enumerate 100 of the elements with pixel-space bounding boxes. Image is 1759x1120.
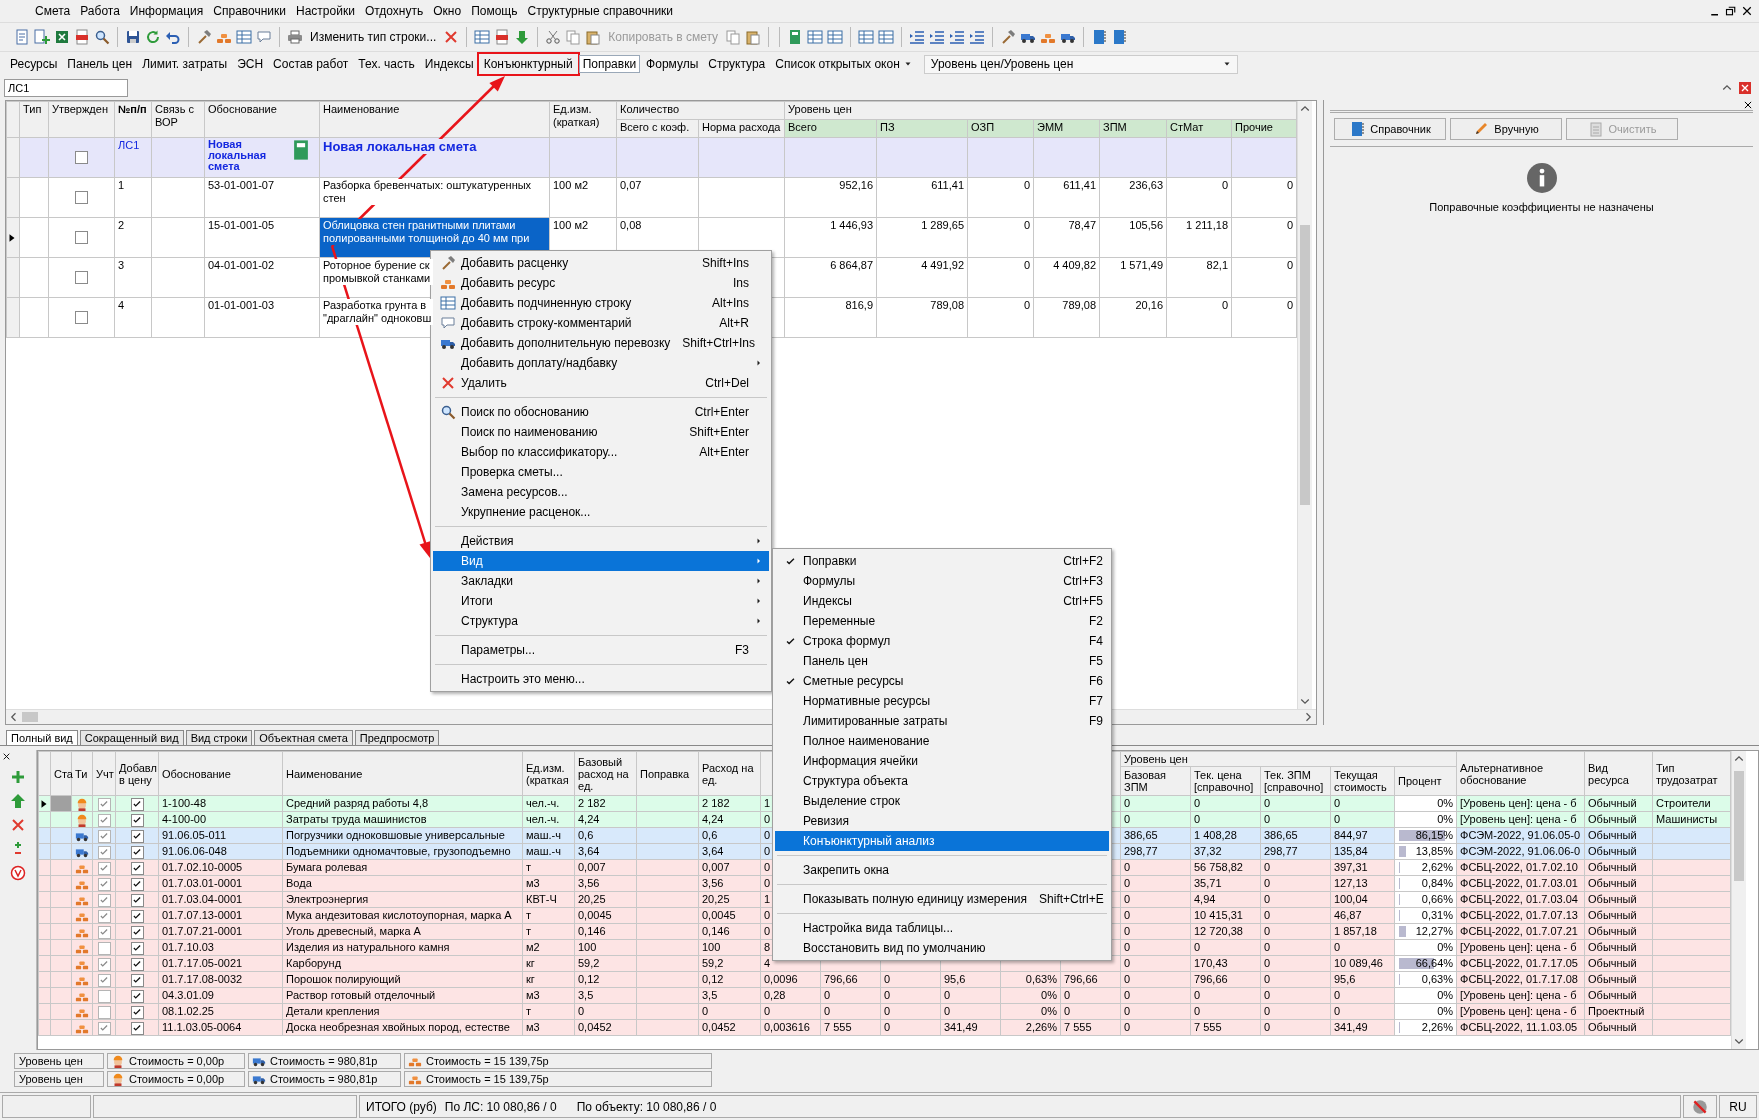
checkbox[interactable] — [97, 909, 111, 923]
checkbox[interactable] — [97, 925, 111, 939]
menu-item[interactable]: Информация ячейки — [775, 751, 1109, 771]
menu-item[interactable]: Добавить подчиненную строку Alt+Ins — [433, 293, 769, 313]
menu-item[interactable]: Структура объекта — [775, 771, 1109, 791]
checkbox[interactable] — [130, 877, 144, 891]
comment-icon[interactable] — [256, 29, 272, 45]
toolbar-button[interactable]: ЭСН — [233, 55, 268, 73]
book-icon[interactable] — [1091, 29, 1108, 45]
indent-icon[interactable] — [949, 29, 966, 45]
add-icon[interactable] — [10, 769, 26, 785]
menu-item[interactable]: Выбор по классификатору... Alt+Enter — [433, 442, 769, 462]
document-add-icon[interactable] — [34, 29, 50, 45]
close-icon[interactable] — [1741, 5, 1753, 17]
menu-item[interactable]: Индексы Ctrl+F5 — [775, 591, 1109, 611]
checkbox[interactable] — [130, 957, 144, 971]
menu-item[interactable]: Информация — [124, 4, 209, 18]
tab[interactable]: Сокращенный вид — [79, 730, 184, 745]
formula-field[interactable]: ЛС1 — [4, 79, 128, 97]
scrollbar-thumb[interactable] — [22, 712, 38, 722]
menu-item[interactable]: Переменные F2 — [775, 611, 1109, 631]
checkbox[interactable] — [130, 989, 144, 1003]
scissors-icon[interactable] — [545, 29, 562, 45]
clipboard-icon[interactable] — [745, 29, 762, 45]
menu-item[interactable]: Поиск по обоснованию Ctrl+Enter — [433, 402, 769, 422]
document-icon[interactable] — [494, 29, 511, 45]
tab[interactable]: Объектная смета — [254, 730, 353, 745]
menu-item[interactable]: Действия — [433, 531, 769, 551]
check-circle-icon[interactable] — [10, 865, 26, 881]
checkbox[interactable] — [75, 151, 88, 165]
menu-item[interactable]: Параметры... F3 — [433, 640, 769, 660]
panel-button[interactable]: Вручную — [1450, 118, 1562, 140]
menu-item[interactable]: Помощь — [466, 4, 523, 18]
close-icon[interactable] — [1743, 100, 1753, 110]
table-icon[interactable] — [236, 29, 252, 45]
scrollbar-thumb[interactable] — [1734, 771, 1745, 881]
checkbox[interactable] — [97, 1021, 111, 1035]
hammer-icon[interactable] — [196, 29, 212, 45]
tab[interactable]: Предпросмотр — [354, 730, 440, 745]
checkbox[interactable] — [75, 311, 88, 325]
checkbox[interactable] — [130, 845, 144, 859]
toolbar-button[interactable]: Состав работ — [269, 55, 353, 73]
menu-item[interactable]: Поправки Ctrl+F2 — [775, 551, 1109, 571]
toolbar-button[interactable]: Ресурсы — [6, 55, 62, 73]
dropdown-field[interactable]: Уровень цен/Уровень цен — [923, 54, 1238, 74]
toolbar-button[interactable]: Лимит. затраты — [138, 55, 232, 73]
checkbox[interactable] — [130, 925, 144, 939]
menu-item[interactable]: Нормативные ресурсы F7 — [775, 691, 1109, 711]
toolbar-button[interactable]: Структура — [704, 55, 770, 73]
spreadsheet-icon[interactable] — [54, 29, 70, 45]
toolbar-button[interactable]: Список открытых окон — [771, 55, 916, 73]
menu-item[interactable]: Работа — [75, 4, 125, 18]
checkbox[interactable] — [97, 877, 111, 891]
menu-item[interactable]: Окно — [428, 4, 467, 18]
checkbox[interactable] — [75, 191, 88, 205]
checkbox[interactable] — [130, 797, 144, 811]
delete-icon[interactable] — [10, 817, 26, 833]
menu-item[interactable]: Строка формул F4 — [775, 631, 1109, 651]
indent-icon[interactable] — [969, 29, 986, 45]
menu-item[interactable]: Удалить Ctrl+Del — [433, 373, 769, 393]
hammer-icon[interactable] — [1000, 29, 1017, 45]
up-arrow-icon[interactable] — [10, 793, 26, 809]
toolbar-button[interactable]: Панель цен — [63, 55, 137, 73]
menu-item[interactable]: Структурные справочники — [522, 4, 679, 18]
menu-item[interactable]: Панель цен F5 — [775, 651, 1109, 671]
menu-item[interactable]: Добавить дополнительную перевозку Shift+Ctrl+Ins — [433, 333, 769, 353]
menu-item[interactable]: Настроить это меню... — [433, 669, 769, 689]
checkbox[interactable] — [130, 893, 144, 907]
copy-icon[interactable] — [565, 29, 582, 45]
menu-item[interactable]: Формулы Ctrl+F3 — [775, 571, 1109, 591]
tab[interactable]: Вид строки — [185, 730, 253, 745]
table-icon[interactable] — [858, 29, 875, 45]
menu-item[interactable]: Поиск по наименованию Shift+Enter — [433, 422, 769, 442]
menu-item[interactable]: Итоги — [433, 591, 769, 611]
toolbar-button[interactable]: Тех. часть — [354, 55, 419, 73]
checkbox[interactable] — [97, 893, 111, 907]
menu-item[interactable]: Закладки — [433, 571, 769, 591]
menu-item[interactable]: Проверка сметы... — [433, 462, 769, 482]
menu-item[interactable]: Полное наименование — [775, 731, 1109, 751]
book-icon[interactable] — [1111, 29, 1128, 45]
table-icon[interactable] — [807, 29, 824, 45]
checkbox[interactable] — [130, 1005, 144, 1019]
menu-item[interactable]: Настройки — [291, 4, 360, 18]
down-arrow-icon[interactable] — [514, 29, 531, 45]
checkbox[interactable] — [97, 1005, 111, 1019]
checkbox[interactable] — [130, 941, 144, 955]
checkbox[interactable] — [130, 973, 144, 987]
document-icon[interactable] — [74, 29, 90, 45]
checkbox[interactable] — [130, 1021, 144, 1035]
panel-button[interactable]: Справочник — [1334, 118, 1446, 140]
printer-icon[interactable] — [287, 29, 303, 45]
save-icon[interactable] — [125, 29, 141, 45]
menu-item[interactable]: Укрупнение расценок... — [433, 502, 769, 522]
toolbar-button[interactable]: Индексы — [420, 55, 478, 73]
close-icon[interactable] — [2, 752, 11, 761]
search-icon[interactable] — [94, 29, 110, 45]
checkbox[interactable] — [130, 861, 144, 875]
menu-item[interactable]: Структура — [433, 611, 769, 631]
copy-icon[interactable] — [725, 29, 742, 45]
checkbox[interactable] — [130, 813, 144, 827]
